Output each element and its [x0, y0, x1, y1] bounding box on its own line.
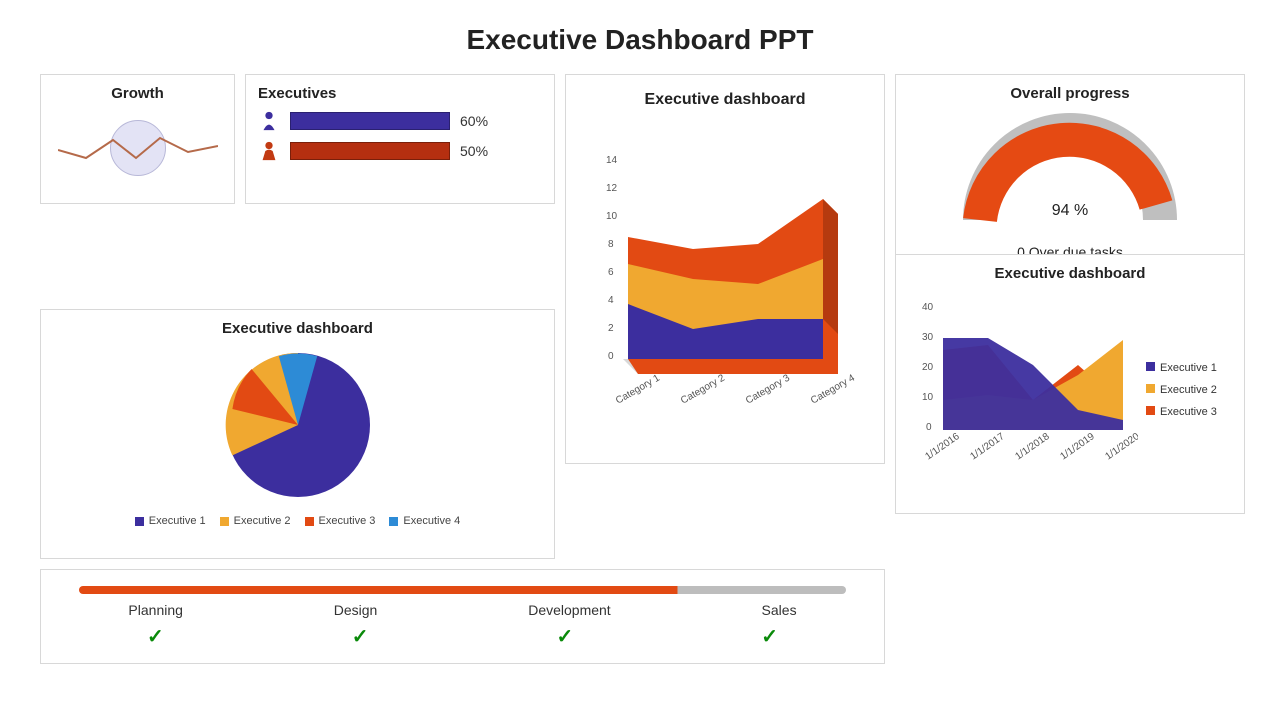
growth-card: Growth — [40, 74, 235, 204]
phases-card: Planning Design Development Sales ✓ ✓ ✓ … — [40, 569, 885, 664]
pie-legend: Executive 1 Executive 2 Executive 3 Exec… — [135, 515, 461, 527]
executives-title: Executives — [258, 85, 542, 102]
exec-row-male: 50% — [258, 140, 542, 162]
area3d-card: Executive dashboard 0 2 4 6 8 10 12 14 Catego… — [565, 74, 885, 464]
check-icon: ✓ — [352, 624, 369, 649]
spark-line-icon — [58, 118, 218, 178]
svg-text:0: 0 — [608, 351, 614, 362]
growth-title: Growth — [53, 85, 222, 102]
area3d-title: Executive dashboard — [578, 91, 872, 109]
phase-design: Design — [334, 602, 378, 618]
svg-text:30: 30 — [922, 332, 934, 343]
area2-legend-3: Executive 3 — [1146, 406, 1217, 418]
svg-text:8: 8 — [608, 239, 614, 250]
area3d-chart: 0 2 4 6 8 10 12 14 Category 1 Category 2 Cate… — [578, 129, 868, 439]
growth-sparkline — [53, 110, 222, 185]
svg-text:6: 6 — [608, 267, 614, 278]
area3d-side — [823, 199, 838, 334]
area2-legend-1: Executive 1 — [1146, 362, 1217, 374]
area2-legend: Executive 1 Executive 2 Executive 3 — [1146, 290, 1217, 490]
pie-card: Executive dashboard Executive 1 Executiv… — [40, 309, 555, 559]
check-icon: ✓ — [761, 624, 778, 649]
gauge-title: Overall progress — [908, 85, 1232, 102]
svg-text:1/1/2018: 1/1/2018 — [1013, 431, 1052, 463]
legend-exec3: Executive 3 — [305, 515, 376, 527]
area2-card: Executive dashboard 0 10 20 30 40 1/1/2016 … — [895, 254, 1245, 514]
svg-text:1/1/2019: 1/1/2019 — [1058, 431, 1097, 463]
phase-development: Development — [528, 602, 611, 618]
area2-yticks: 0 10 20 30 40 — [922, 302, 934, 433]
pie-title: Executive dashboard — [53, 320, 542, 337]
legend-exec2: Executive 2 — [220, 515, 291, 527]
legend-exec1: Executive 1 — [135, 515, 206, 527]
area2-chart: 0 10 20 30 40 1/1/2016 1/1/2017 1/1/2018 1/… — [908, 290, 1138, 490]
exec-pct-female: 60% — [460, 113, 488, 129]
check-icon: ✓ — [556, 624, 573, 649]
svg-text:10: 10 — [606, 211, 618, 222]
page-title: Executive Dashboard PPT — [0, 0, 1280, 74]
area2-xticks: 1/1/2016 1/1/2017 1/1/2018 1/1/2019 1/1/… — [923, 431, 1138, 463]
check-icon: ✓ — [147, 624, 164, 649]
legend-exec4: Executive 4 — [389, 515, 460, 527]
y-axis-ticks: 0 2 4 6 8 10 12 14 — [606, 155, 618, 362]
svg-text:4: 4 — [608, 295, 614, 306]
svg-text:Category 3: Category 3 — [744, 372, 792, 406]
svg-text:Category 1: Category 1 — [614, 372, 662, 406]
area2-legend-2: Executive 2 — [1146, 384, 1217, 396]
svg-text:Category 2: Category 2 — [679, 372, 727, 406]
svg-text:1/1/2016: 1/1/2016 — [923, 431, 962, 463]
svg-text:20: 20 — [922, 362, 934, 373]
exec-bar-female — [290, 112, 450, 130]
executives-card: Executives 60% 50% — [245, 74, 555, 204]
svg-text:12: 12 — [606, 183, 618, 194]
exec-row-female: 60% — [258, 110, 542, 132]
x-axis-ticks: Category 1 Category 2 Category 3 Categor… — [614, 372, 857, 406]
svg-text:40: 40 — [922, 302, 934, 313]
svg-text:1/1/2017: 1/1/2017 — [968, 431, 1007, 463]
male-icon — [258, 140, 280, 162]
dashboard-grid: Growth Executives 60% 50% Executive dash… — [0, 74, 1280, 664]
exec-pct-male: 50% — [460, 143, 488, 159]
svg-text:Category 4: Category 4 — [809, 372, 857, 406]
svg-text:2: 2 — [608, 323, 614, 334]
pie-chart — [218, 345, 378, 505]
gauge-value: 94 % — [1052, 202, 1088, 220]
svg-text:1/1/2020: 1/1/2020 — [1103, 431, 1138, 463]
exec-bar-male — [290, 142, 450, 160]
phase-sales: Sales — [762, 602, 797, 618]
svg-text:0: 0 — [926, 422, 932, 433]
phase-progress-bar — [79, 586, 846, 594]
phase-planning: Planning — [128, 602, 183, 618]
phase-labels: Planning Design Development Sales — [53, 602, 872, 618]
svg-text:14: 14 — [606, 155, 618, 166]
svg-text:10: 10 — [922, 392, 934, 403]
female-icon — [258, 110, 280, 132]
area2-title: Executive dashboard — [908, 265, 1232, 282]
phase-checks: ✓ ✓ ✓ ✓ — [53, 624, 872, 649]
